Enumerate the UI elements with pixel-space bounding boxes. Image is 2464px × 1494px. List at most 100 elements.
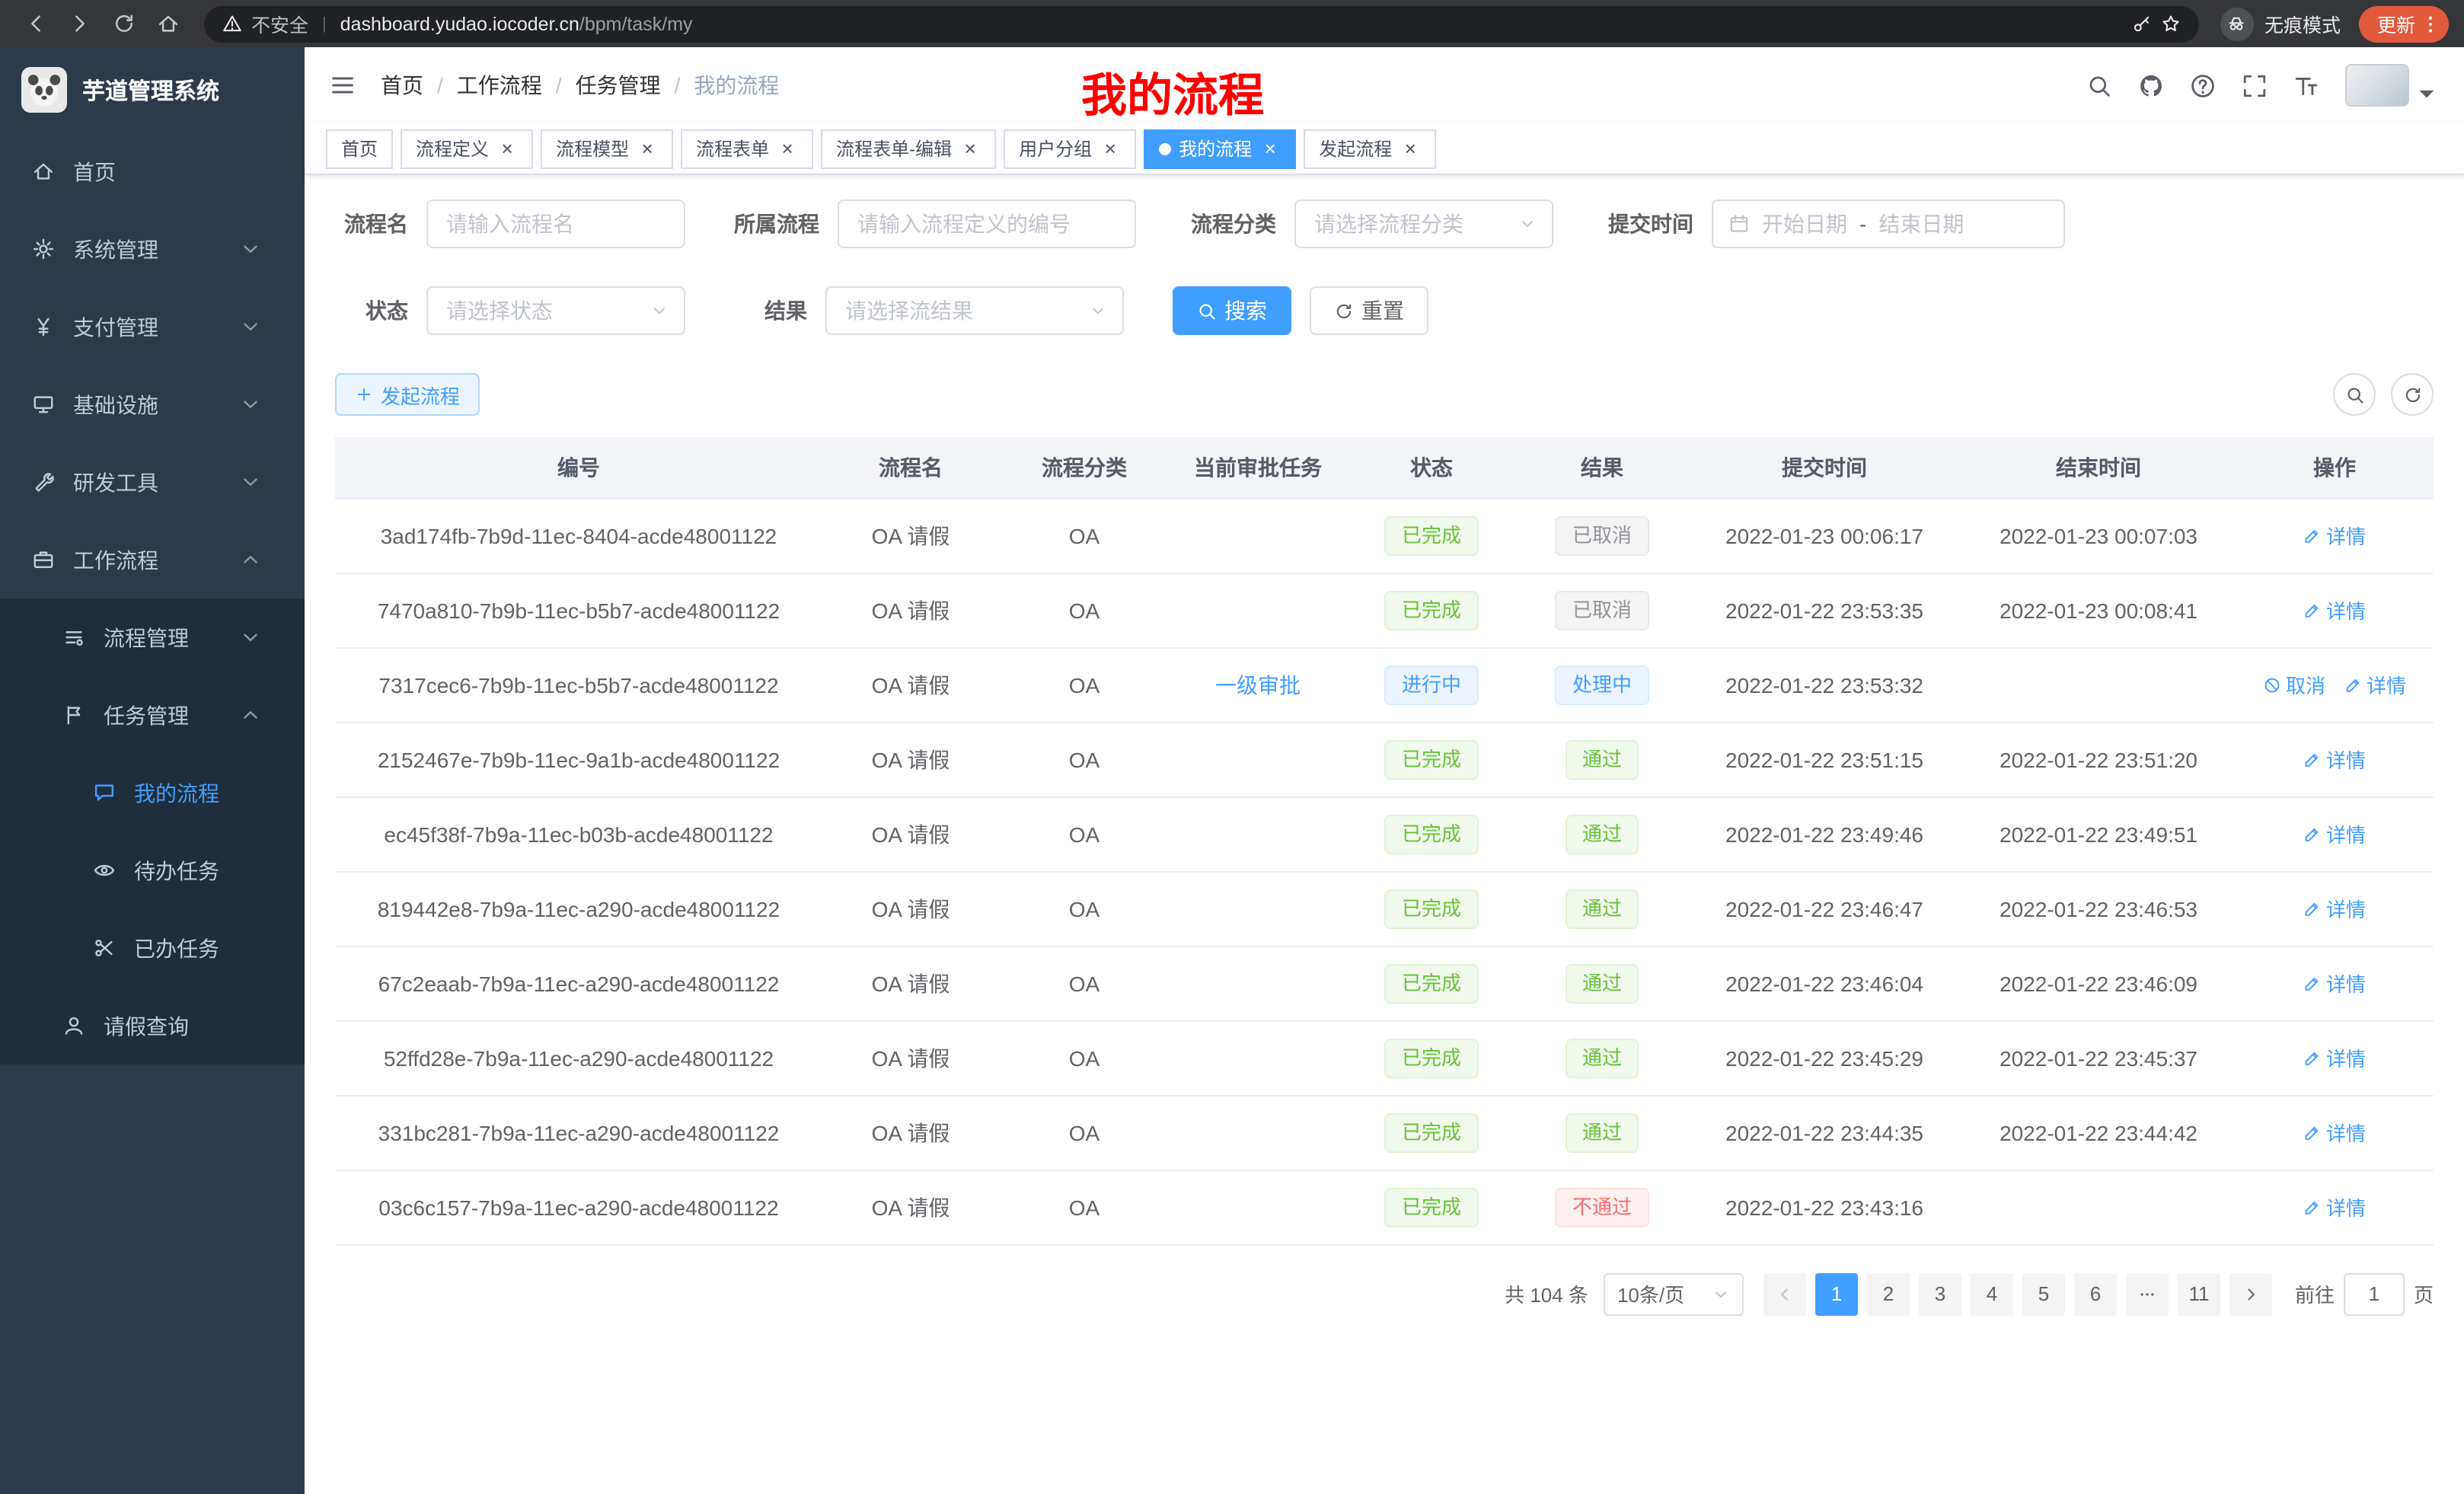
font-size-icon[interactable] <box>2293 72 2319 98</box>
tab-item[interactable]: 流程表单× <box>681 129 813 168</box>
status-tag: 已完成 <box>1385 1038 1478 1077</box>
tab-item[interactable]: 流程定义× <box>401 129 533 168</box>
cell-status: 已完成 <box>1346 1170 1517 1244</box>
close-icon[interactable]: × <box>1259 138 1281 159</box>
reset-button[interactable]: 重置 <box>1310 286 1428 335</box>
table-column-header: 状态 <box>1346 437 1517 498</box>
detail-link[interactable]: 详情 <box>2303 1043 2366 1072</box>
sidebar-item[interactable]: 基础设施 <box>0 366 305 443</box>
process-category-label: 流程分类 <box>1185 209 1294 239</box>
detail-link[interactable]: 详情 <box>2303 521 2366 550</box>
detail-link[interactable]: 详情 <box>2303 969 2366 998</box>
submit-time-range-picker[interactable]: 开始日期 - 结束日期 <box>1712 200 2065 248</box>
create-process-label: 发起流程 <box>381 380 460 409</box>
cell-actions: 详情 <box>2236 871 2434 946</box>
close-icon[interactable]: × <box>1400 138 1421 159</box>
address-bar[interactable]: 不安全 | dashboard.yudao.iocoder.cn/bpm/tas… <box>204 5 2199 42</box>
process-name-input[interactable] <box>426 200 685 248</box>
tab-item[interactable]: 流程模型× <box>541 129 673 168</box>
jump-page-input[interactable] <box>2344 1272 2405 1315</box>
close-icon[interactable]: × <box>1100 138 1121 159</box>
sidebar-item[interactable]: 我的流程 <box>0 754 305 832</box>
prev-page-button[interactable] <box>1763 1272 1806 1315</box>
cancel-link[interactable]: 取消 <box>2263 670 2325 699</box>
hamburger-icon[interactable] <box>329 72 356 99</box>
next-page-button[interactable] <box>2229 1272 2272 1315</box>
avatar <box>2345 64 2409 107</box>
user-avatar[interactable] <box>2345 64 2440 107</box>
sidebar-item[interactable]: 请假查询 <box>0 987 305 1065</box>
cell-submit-time: 2022-01-22 23:46:04 <box>1687 946 1961 1020</box>
search-button[interactable]: 搜索 <box>1173 286 1291 335</box>
close-icon[interactable]: × <box>637 138 658 159</box>
result-label: 结果 <box>734 295 825 326</box>
page-button[interactable]: 2 <box>1867 1272 1910 1315</box>
cell-name: OA 请假 <box>822 1020 999 1095</box>
search-icon[interactable] <box>2086 72 2112 98</box>
page-button[interactable]: 6 <box>2074 1272 2117 1315</box>
breadcrumb-item[interactable]: 工作流程 <box>457 70 542 101</box>
sidebar-item[interactable]: 任务管理 <box>0 676 305 754</box>
sidebar-item[interactable]: 工作流程 <box>0 521 305 599</box>
breadcrumb-item[interactable]: 首页 <box>381 70 423 101</box>
cell-status: 进行中 <box>1346 647 1517 722</box>
cell-actions: 详情 <box>2236 573 2434 647</box>
github-icon[interactable] <box>2138 72 2164 98</box>
tab-item[interactable]: 流程表单-编辑× <box>821 129 996 168</box>
cell-category: OA <box>999 871 1170 946</box>
sidebar-item[interactable]: 系统管理 <box>0 210 305 288</box>
browser-reload-button[interactable] <box>104 3 145 44</box>
sidebar-item[interactable]: 已办任务 <box>0 909 305 987</box>
sidebar-item[interactable]: 首页 <box>0 132 305 210</box>
tab-item[interactable]: 首页 <box>326 129 393 168</box>
detail-link[interactable]: 详情 <box>2303 819 2366 848</box>
toggle-search-button[interactable] <box>2333 373 2376 416</box>
close-icon[interactable]: × <box>777 138 798 159</box>
status-select[interactable]: 请选择状态 <box>426 286 685 335</box>
more-pages-button[interactable] <box>2126 1272 2169 1315</box>
cell-status: 已完成 <box>1346 1095 1517 1170</box>
sidebar-item[interactable]: 研发工具 <box>0 443 305 521</box>
page-button[interactable]: 5 <box>2022 1272 2065 1315</box>
detail-link[interactable]: 详情 <box>2303 595 2366 624</box>
process-definition-input[interactable] <box>838 200 1136 248</box>
password-manager-icon[interactable] <box>2132 14 2152 34</box>
detail-link[interactable]: 详情 <box>2303 1118 2366 1147</box>
breadcrumb-item[interactable]: 任务管理 <box>576 70 661 101</box>
sidebar-item[interactable]: 流程管理 <box>0 599 305 676</box>
page-button[interactable]: 4 <box>1971 1272 2013 1315</box>
detail-link[interactable]: 详情 <box>2344 670 2406 699</box>
cell-end-time: 2022-01-23 00:07:03 <box>1961 498 2236 573</box>
detail-link[interactable]: 详情 <box>2303 745 2366 774</box>
current-task-link[interactable]: 一级审批 <box>1215 672 1301 697</box>
page-size-select[interactable]: 10条/页 <box>1604 1272 1744 1315</box>
process-category-select[interactable]: 请选择流程分类 <box>1294 200 1553 248</box>
tab-item[interactable]: 发起流程× <box>1304 129 1436 168</box>
page-button[interactable]: 11 <box>2178 1272 2220 1315</box>
close-icon[interactable]: × <box>959 138 981 159</box>
result-select[interactable]: 请选择流结果 <box>825 286 1124 335</box>
refresh-icon <box>1334 301 1354 321</box>
update-button[interactable]: 更新 <box>2359 5 2449 42</box>
fullscreen-icon[interactable] <box>2242 72 2268 98</box>
tab-item[interactable]: 用户分组× <box>1004 129 1136 168</box>
sidebar-item[interactable]: 待办任务 <box>0 832 305 909</box>
browser-home-button[interactable] <box>148 3 189 44</box>
kebab-menu-icon[interactable] <box>2420 13 2441 34</box>
chevron-down-icon <box>239 238 262 260</box>
detail-link[interactable]: 详情 <box>2303 894 2366 923</box>
app-logo-row[interactable]: 芋道管理系统 <box>0 47 305 132</box>
sidebar-item[interactable]: 支付管理 <box>0 288 305 366</box>
tab-item[interactable]: 我的流程× <box>1144 129 1296 168</box>
browser-back-button[interactable] <box>15 3 56 44</box>
submit-time-label: 提交时间 <box>1602 209 1712 239</box>
help-icon[interactable] <box>2190 72 2216 98</box>
close-icon[interactable]: × <box>496 138 518 159</box>
refresh-table-button[interactable] <box>2391 373 2434 416</box>
page-button[interactable]: 3 <box>1919 1272 1961 1315</box>
browser-forward-button[interactable] <box>59 3 101 44</box>
create-process-button[interactable]: 发起流程 <box>335 373 480 416</box>
bookmark-icon[interactable] <box>2161 14 2181 34</box>
detail-link[interactable]: 详情 <box>2303 1192 2366 1221</box>
page-button[interactable]: 1 <box>1815 1272 1858 1315</box>
